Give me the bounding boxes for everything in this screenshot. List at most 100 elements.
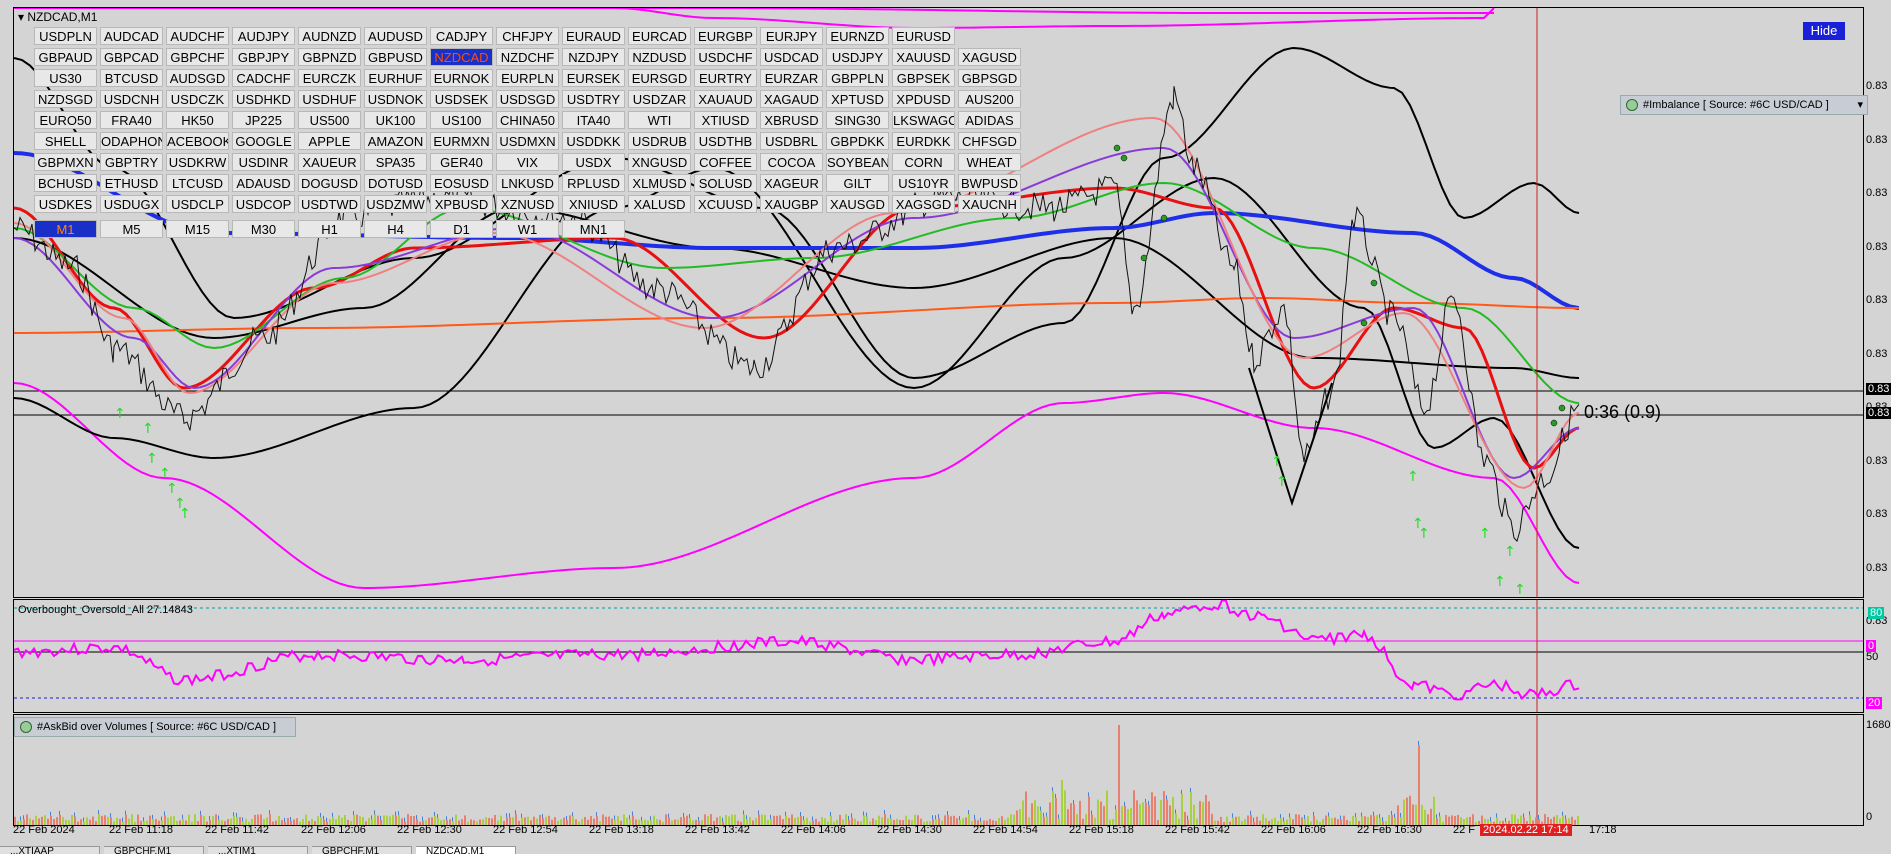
symbol-button-gilt[interactable]: GILT — [826, 174, 889, 192]
symbol-button-gbptry[interactable]: GBPTRY — [100, 153, 163, 171]
symbol-button-eurgbp[interactable]: EURGBP — [694, 27, 757, 45]
symbol-button-usdthb[interactable]: USDTHB — [694, 132, 757, 150]
symbol-button-gbpcad[interactable]: GBPCAD — [100, 48, 163, 66]
symbol-button-nzdjpy[interactable]: NZDJPY — [562, 48, 625, 66]
symbol-button-gbpchf[interactable]: GBPCHF — [166, 48, 229, 66]
symbol-button-gbpjpy[interactable]: GBPJPY — [232, 48, 295, 66]
symbol-button-fra40[interactable]: FRA40 — [100, 111, 163, 129]
symbol-button-corn[interactable]: CORN — [892, 153, 955, 171]
timeframe-button-m15[interactable]: M15 — [166, 220, 229, 238]
symbol-button-odaphon[interactable]: ODAPHON — [100, 132, 163, 150]
timeframe-button-m5[interactable]: M5 — [100, 220, 163, 238]
symbol-button-xaueur[interactable]: XAUEUR — [298, 153, 361, 171]
symbol-button-xalusd[interactable]: XALUSD — [628, 195, 691, 213]
symbol-button-cadchf[interactable]: CADCHF — [232, 69, 295, 87]
symbol-button-cadjpy[interactable]: CADJPY — [430, 27, 493, 45]
symbol-button-usdsgd[interactable]: USDSGD — [496, 90, 559, 108]
symbol-button-xptusd[interactable]: XPTUSD — [826, 90, 889, 108]
chart-tab[interactable]: GBPCHF,M1 — [104, 846, 204, 854]
symbol-button-usdnok[interactable]: USDNOK — [364, 90, 427, 108]
symbol-button-gbppln[interactable]: GBPPLN — [826, 69, 889, 87]
symbol-button-usdinr[interactable]: USDINR — [232, 153, 295, 171]
symbol-button-xagaud[interactable]: XAGAUD — [760, 90, 823, 108]
symbol-button-shell[interactable]: SHELL — [34, 132, 97, 150]
symbol-button-usdugx[interactable]: USDUGX — [100, 195, 163, 213]
symbol-button-audcad[interactable]: AUDCAD — [100, 27, 163, 45]
symbol-button-usdjpy[interactable]: USDJPY — [826, 48, 889, 66]
symbol-button-dogusd[interactable]: DOGUSD — [298, 174, 361, 192]
timeframe-button-h1[interactable]: H1 — [298, 220, 361, 238]
symbol-button-uk100[interactable]: UK100 — [364, 111, 427, 129]
chart-tab[interactable]: GBPCHF,M1 — [312, 846, 412, 854]
symbol-button-usdkes[interactable]: USDKES — [34, 195, 97, 213]
symbol-button-jp225[interactable]: JP225 — [232, 111, 295, 129]
symbol-button-usdx[interactable]: USDX — [562, 153, 625, 171]
symbol-button-wheat[interactable]: WHEAT — [958, 153, 1021, 171]
symbol-button-usdcnh[interactable]: USDCNH — [100, 90, 163, 108]
symbol-button-gbpsek[interactable]: GBPSEK — [892, 69, 955, 87]
chart-tab[interactable]: NZDCAD,M1 — [416, 846, 516, 854]
symbol-button-rplusd[interactable]: RPLUSD — [562, 174, 625, 192]
symbol-button-usdmxn[interactable]: USDMXN — [496, 132, 559, 150]
symbol-button-nzdsgd[interactable]: NZDSGD — [34, 90, 97, 108]
symbol-button-dotusd[interactable]: DOTUSD — [364, 174, 427, 192]
symbol-button-euro50[interactable]: EURO50 — [34, 111, 97, 129]
symbol-button-us30[interactable]: US30 — [34, 69, 97, 87]
symbol-button-usdcop[interactable]: USDCOP — [232, 195, 295, 213]
symbol-button-usdbrl[interactable]: USDBRL — [760, 132, 823, 150]
symbol-button-soybeans[interactable]: SOYBEANS — [826, 153, 889, 171]
volume-indicator-box[interactable]: #AskBid over Volumes [ Source: #6C USD/C… — [14, 717, 296, 737]
symbol-button-cocoa[interactable]: COCOA — [760, 153, 823, 171]
symbol-button-eursgd[interactable]: EURSGD — [628, 69, 691, 87]
symbol-button-usdhkd[interactable]: USDHKD — [232, 90, 295, 108]
symbol-button-us10yr[interactable]: US10YR — [892, 174, 955, 192]
symbol-button-hk50[interactable]: HK50 — [166, 111, 229, 129]
symbol-button-xaugbp[interactable]: XAUGBP — [760, 195, 823, 213]
symbol-button-us500[interactable]: US500 — [298, 111, 361, 129]
symbol-button-eurdkk[interactable]: EURDKK — [892, 132, 955, 150]
symbol-button-btcusd[interactable]: BTCUSD — [100, 69, 163, 87]
timeframe-button-h4[interactable]: H4 — [364, 220, 427, 238]
symbol-button-vix[interactable]: VIX — [496, 153, 559, 171]
symbol-button-usdclp[interactable]: USDCLP — [166, 195, 229, 213]
symbol-button-us100[interactable]: US100 — [430, 111, 493, 129]
symbol-button-xniusd[interactable]: XNIUSD — [562, 195, 625, 213]
symbol-button-xpdusd[interactable]: XPDUSD — [892, 90, 955, 108]
symbol-button-xngusd[interactable]: XNGUSD — [628, 153, 691, 171]
symbol-button-google[interactable]: GOOGLE — [232, 132, 295, 150]
symbol-button-china50[interactable]: CHINA50 — [496, 111, 559, 129]
timeframe-button-m30[interactable]: M30 — [232, 220, 295, 238]
symbol-button-bchusd[interactable]: BCHUSD — [34, 174, 97, 192]
timeframe-button-m1[interactable]: M1 — [34, 220, 97, 238]
chart-tab[interactable]: ...XTIM1 — [208, 846, 308, 854]
symbol-button-audsgd[interactable]: AUDSGD — [166, 69, 229, 87]
symbol-button-nzdcad[interactable]: NZDCAD — [430, 48, 493, 66]
symbol-button-nzdusd[interactable]: NZDUSD — [628, 48, 691, 66]
symbol-button-audnzd[interactable]: AUDNZD — [298, 27, 361, 45]
chart-tab[interactable]: ...XTIAAP — [0, 846, 100, 854]
symbol-button-xtiusd[interactable]: XTIUSD — [694, 111, 757, 129]
oscillator-pane[interactable]: Overbought_Oversold_All 27.14843 — [13, 599, 1864, 713]
symbol-button-usdhuf[interactable]: USDHUF — [298, 90, 361, 108]
symbol-button-lkswagc[interactable]: LKSWAGC — [892, 111, 955, 129]
symbol-button-ltcusd[interactable]: LTCUSD — [166, 174, 229, 192]
symbol-button-xbrusd[interactable]: XBRUSD — [760, 111, 823, 129]
symbol-button-ger40[interactable]: GER40 — [430, 153, 493, 171]
symbol-button-eursek[interactable]: EURSEK — [562, 69, 625, 87]
symbol-button-xpbusd[interactable]: XPBUSD — [430, 195, 493, 213]
symbol-button-gbpaud[interactable]: GBPAUD — [34, 48, 97, 66]
symbol-button-coffee[interactable]: COFFEE — [694, 153, 757, 171]
timeframe-button-d1[interactable]: D1 — [430, 220, 493, 238]
chart-window[interactable]: ↑ ↑ ↑ ↑ ↑ ↑ ↑ ↑ ↑ ↑ ↑ ↑ ↑ ↑ ↑ ↑ Overbought_Oversold_All… — [0, 0, 1891, 854]
symbol-button-nzdchf[interactable]: NZDCHF — [496, 48, 559, 66]
symbol-button-usdrub[interactable]: USDRUB — [628, 132, 691, 150]
symbol-button-xageur[interactable]: XAGEUR — [760, 174, 823, 192]
symbol-button-eurpln[interactable]: EURPLN — [496, 69, 559, 87]
symbol-button-solusd[interactable]: SOLUSD — [694, 174, 757, 192]
symbol-button-gbpmxn[interactable]: GBPMXN — [34, 153, 97, 171]
symbol-button-eurcad[interactable]: EURCAD — [628, 27, 691, 45]
symbol-button-xagusd[interactable]: XAGUSD — [958, 48, 1021, 66]
symbol-button-xausgd[interactable]: XAUSGD — [826, 195, 889, 213]
symbol-button-eurczk[interactable]: EURCZK — [298, 69, 361, 87]
symbol-button-usdtwd[interactable]: USDTWD — [298, 195, 361, 213]
